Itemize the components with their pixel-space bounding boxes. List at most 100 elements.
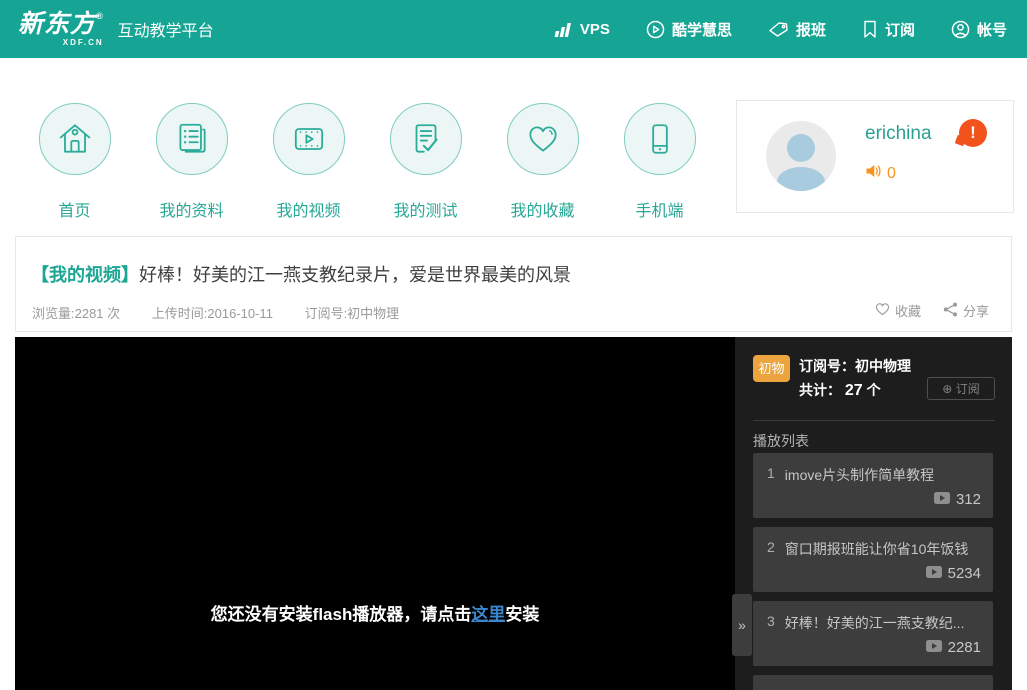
nav-item-home[interactable]: 首页 xyxy=(16,103,133,221)
video-meta: 浏览量:2281 次 上传时间:2016-10-11 订阅号:初中物理 xyxy=(32,303,427,322)
avatar[interactable] xyxy=(766,121,836,191)
bar-chart-icon xyxy=(553,21,573,38)
collect-label: 收藏 xyxy=(895,301,921,320)
view-count: 浏览量:2281 次 xyxy=(32,306,120,321)
subscription-badge: 初物 xyxy=(753,355,790,382)
volume-indicator[interactable]: 0 xyxy=(865,163,896,184)
nav-label: 我的视频 xyxy=(276,197,340,221)
main-nav: 首页 我的资料 我的视频 xyxy=(16,103,718,221)
chevron-right-double-icon: » xyxy=(738,617,746,633)
item-title: imove片头制作简单教程 xyxy=(785,465,934,485)
menu-item-baoban[interactable]: 报班 xyxy=(768,19,826,40)
share-label: 分享 xyxy=(963,301,989,320)
total-count: 27 xyxy=(845,382,863,399)
subscribe-button[interactable]: ⊕ 订阅 xyxy=(927,377,995,400)
total-unit: 个 xyxy=(867,382,881,398)
sidebar-divider xyxy=(753,420,995,421)
menu-item-account[interactable]: 帐号 xyxy=(951,19,1007,40)
playlist-title: 播放列表 xyxy=(753,431,809,451)
nav-item-tests[interactable]: 我的测试 xyxy=(367,103,484,221)
share-icon xyxy=(943,302,958,320)
video-title: 【我的视频】好棒！好美的江一燕支教纪录片，爱是世界最美的风景 xyxy=(31,261,571,287)
share-button[interactable]: 分享 xyxy=(943,301,989,320)
subscription-header: 初物 订阅号：初中物理 共计： 27 个 ⊕ 订阅 xyxy=(753,355,995,403)
flash-msg-prefix: 您还没有安装flash播放器，请点击 xyxy=(211,605,472,624)
playlist-item-2[interactable]: 2 窗口期报班能让你省10年饭钱 5234 xyxy=(753,527,993,592)
menu-item-kuxue[interactable]: 酷学慧思 xyxy=(646,19,732,40)
total-label: 共计： xyxy=(799,382,841,398)
top-header: 新东方® XDF.CN 互动教学平台 VPS 酷学慧思 报班 xyxy=(0,0,1027,58)
subscription-total: 共计： 27 个 xyxy=(799,380,881,400)
subscription-title: 订阅号：初中物理 xyxy=(799,356,911,376)
video-category-tag: 【我的视频】 xyxy=(31,265,139,285)
playlist-item-3[interactable]: 3好棒！好美的江一燕支教纪... 2281 xyxy=(753,601,993,666)
item-index: 1 xyxy=(767,465,775,485)
play-count: 2281 xyxy=(926,639,981,656)
nav-item-videos[interactable]: 我的视频 xyxy=(250,103,367,221)
play-circle-icon xyxy=(646,20,665,39)
play-count: 312 xyxy=(934,491,981,508)
tag-icon xyxy=(768,20,789,38)
playlist-sidebar: 初物 订阅号：初中物理 共计： 27 个 ⊕ 订阅 播放列表 1 imove片头制… xyxy=(735,337,1012,690)
play-count-value: 5234 xyxy=(948,565,981,582)
sidebar-collapse-handle[interactable]: » xyxy=(732,594,752,656)
item-title: 窗口期报班能让你省10年饭钱 xyxy=(785,539,969,559)
documents-icon xyxy=(156,103,228,175)
subscribe-label: 订阅 xyxy=(956,382,980,396)
nav-label: 我的收藏 xyxy=(510,197,574,221)
film-play-icon xyxy=(273,103,345,175)
logo-text: 新东方 xyxy=(18,10,96,38)
alert-exclamation-icon[interactable]: ! xyxy=(959,119,987,147)
content-row: 您还没有安装flash播放器，请点击这里安装 » 初物 订阅号：初中物理 共计：… xyxy=(15,337,1012,690)
nav-label: 我的资料 xyxy=(159,197,223,221)
upload-time: 上传时间:2016-10-11 xyxy=(152,306,273,321)
title-actions: 收藏 分享 xyxy=(875,301,989,320)
playlist-item-4[interactable]: 42016初二物理课改：谁是参... xyxy=(753,675,993,690)
play-video-icon xyxy=(934,491,950,508)
test-check-icon xyxy=(390,103,462,175)
menu-item-vps[interactable]: VPS xyxy=(553,21,610,38)
nav-label: 手机端 xyxy=(635,197,683,221)
nav-label: 首页 xyxy=(58,197,90,221)
plus-circle-icon: ⊕ xyxy=(942,382,952,396)
menu-label: 订阅 xyxy=(885,19,915,40)
phone-icon xyxy=(624,103,696,175)
platform-title: 互动教学平台 xyxy=(118,17,214,41)
play-count: 5234 xyxy=(926,565,981,582)
item-title: 好棒！好美的江一燕支教纪... xyxy=(785,613,965,633)
bookmark-icon xyxy=(862,20,878,39)
video-player[interactable]: 您还没有安装flash播放器，请点击这里安装 xyxy=(15,337,735,690)
menu-label: 报班 xyxy=(796,19,826,40)
playlist-item-1[interactable]: 1 imove片头制作简单教程 312 xyxy=(753,453,993,518)
user-circle-icon xyxy=(951,20,970,39)
video-info-panel: 【我的视频】好棒！好美的江一燕支教纪录片，爱是世界最美的风景 浏览量:2281 … xyxy=(15,236,1012,332)
collect-button[interactable]: 收藏 xyxy=(875,301,921,320)
avatar-head xyxy=(787,134,815,162)
xdf-logo[interactable]: 新东方® XDF.CN xyxy=(18,12,104,47)
item-index: 2 xyxy=(767,539,775,559)
nav-item-materials[interactable]: 我的资料 xyxy=(133,103,250,221)
home-icon xyxy=(39,103,111,175)
heart-outline-icon xyxy=(875,302,890,319)
play-count-value: 312 xyxy=(956,491,981,508)
user-card: erichina ! 0 xyxy=(736,100,1014,213)
play-video-icon xyxy=(926,565,942,582)
heart-icon xyxy=(507,103,579,175)
play-video-icon xyxy=(926,639,942,656)
header-menu: VPS 酷学慧思 报班 订阅 xyxy=(553,19,1007,40)
video-title-text: 好棒！好美的江一燕支教纪录片，爱是世界最美的风景 xyxy=(139,265,571,285)
menu-item-dingyue[interactable]: 订阅 xyxy=(862,19,915,40)
play-count-value: 2281 xyxy=(948,639,981,656)
nav-label: 我的测试 xyxy=(393,197,457,221)
flash-msg-suffix: 安装 xyxy=(505,605,539,624)
avatar-body xyxy=(777,167,825,191)
menu-label: 酷学慧思 xyxy=(672,19,732,40)
install-here-link[interactable]: 这里 xyxy=(471,605,505,624)
nav-item-favorites[interactable]: 我的收藏 xyxy=(484,103,601,221)
speaker-icon xyxy=(865,163,883,184)
registered-mark: ® xyxy=(96,11,104,21)
menu-label: VPS xyxy=(580,21,610,38)
nav-item-mobile[interactable]: 手机端 xyxy=(601,103,718,221)
subscription-name: 订阅号:初中物理 xyxy=(305,306,400,321)
username[interactable]: erichina xyxy=(865,123,932,145)
